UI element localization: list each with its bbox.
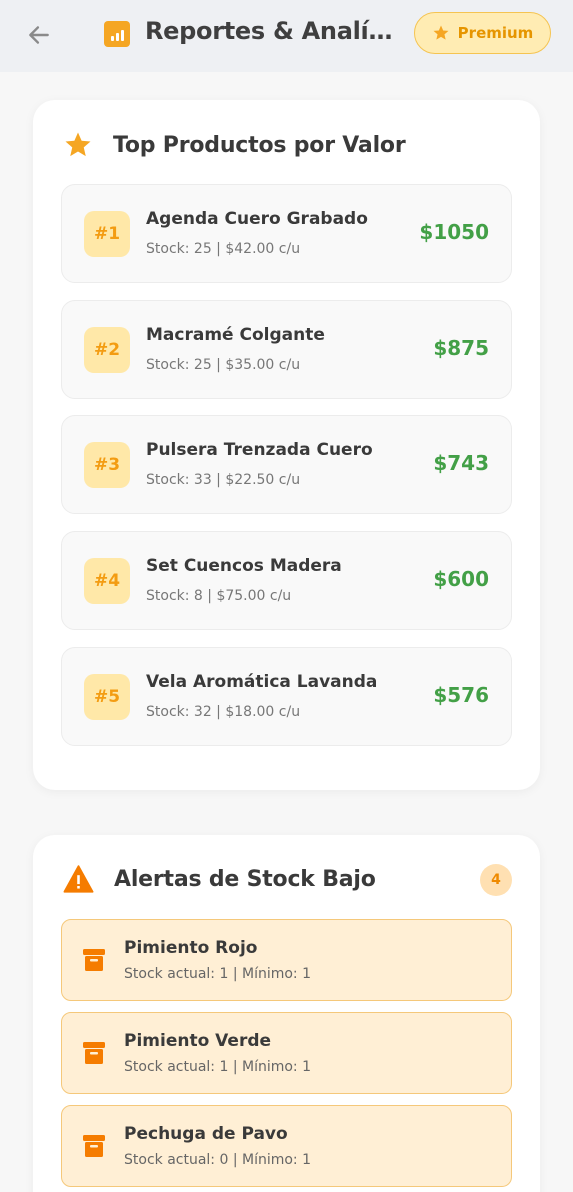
alert-item-details: Stock actual: 0 | Mínimo: 1 [124, 1152, 312, 1168]
product-value: $743 [433, 451, 489, 475]
low-stock-card: Alertas de Stock Bajo 4 Pimiento Rojo St… [33, 835, 540, 1192]
product-details: Stock: 32 | $18.00 c/u [146, 704, 301, 720]
low-stock-title: Alertas de Stock Bajo [114, 866, 376, 892]
alert-item-details: Stock actual: 1 | Mínimo: 1 [124, 1059, 312, 1075]
product-name: Set Cuencos Madera [146, 556, 342, 576]
product-row[interactable]: #1 Agenda Cuero Grabado Stock: 25 | $42.… [61, 184, 512, 283]
product-details: Stock: 25 | $42.00 c/u [146, 241, 301, 257]
product-row[interactable]: #3 Pulsera Trenzada Cuero Stock: 33 | $2… [61, 415, 512, 514]
product-name: Macramé Colgante [146, 325, 325, 345]
archive-box-icon [83, 1042, 105, 1064]
product-value: $875 [433, 336, 489, 360]
product-name: Vela Aromática Lavanda [146, 672, 378, 692]
product-details: Stock: 8 | $75.00 c/u [146, 588, 292, 604]
product-value: $1050 [419, 220, 489, 244]
warning-icon [63, 865, 94, 893]
alert-item-details: Stock actual: 1 | Mínimo: 1 [124, 966, 312, 982]
product-details: Stock: 25 | $35.00 c/u [146, 357, 301, 373]
archive-box-icon [83, 949, 105, 971]
rank-badge: #2 [84, 327, 130, 373]
alert-item[interactable]: Pimiento Rojo Stock actual: 1 | Mínimo: … [61, 919, 512, 1001]
low-stock-header: Alertas de Stock Bajo [63, 865, 376, 893]
product-row[interactable]: #5 Vela Aromática Lavanda Stock: 32 | $1… [61, 647, 512, 746]
bar-chart-icon [104, 21, 130, 47]
alert-item[interactable]: Pechuga de Pavo Stock actual: 0 | Mínimo… [61, 1105, 512, 1187]
rank-badge: #1 [84, 211, 130, 257]
alert-item-name: Pechuga de Pavo [124, 1124, 288, 1144]
product-row[interactable]: #2 Macramé Colgante Stock: 25 | $35.00 c… [61, 300, 512, 399]
product-name: Pulsera Trenzada Cuero [146, 440, 373, 460]
product-value: $600 [433, 567, 489, 591]
product-name: Agenda Cuero Grabado [146, 209, 368, 229]
top-products-card: Top Productos por Valor #1 Agenda Cuero … [33, 100, 540, 790]
archive-box-icon [83, 1135, 105, 1157]
alert-item-name: Pimiento Verde [124, 1031, 272, 1051]
product-row[interactable]: #4 Set Cuencos Madera Stock: 8 | $75.00 … [61, 531, 512, 630]
alert-item-name: Pimiento Rojo [124, 938, 258, 958]
top-products-header: Top Productos por Valor [63, 130, 406, 160]
alert-item[interactable]: Pimiento Verde Stock actual: 1 | Mínimo:… [61, 1012, 512, 1094]
page-title: Reportes & Analíticas [145, 17, 395, 45]
top-products-title: Top Productos por Valor [113, 132, 406, 158]
rank-badge: #5 [84, 674, 130, 720]
arrow-left-icon [29, 26, 49, 44]
product-value: $576 [433, 683, 489, 707]
premium-button[interactable]: Premium [414, 12, 551, 54]
product-details: Stock: 33 | $22.50 c/u [146, 472, 301, 488]
star-icon [433, 25, 449, 40]
rank-badge: #4 [84, 558, 130, 604]
premium-label: Premium [457, 24, 534, 42]
app-bar: Reportes & Analíticas Premium [0, 0, 573, 72]
alert-count-badge: 4 [480, 864, 512, 896]
star-icon [65, 132, 91, 157]
rank-badge: #3 [84, 442, 130, 488]
back-button[interactable] [24, 20, 54, 50]
